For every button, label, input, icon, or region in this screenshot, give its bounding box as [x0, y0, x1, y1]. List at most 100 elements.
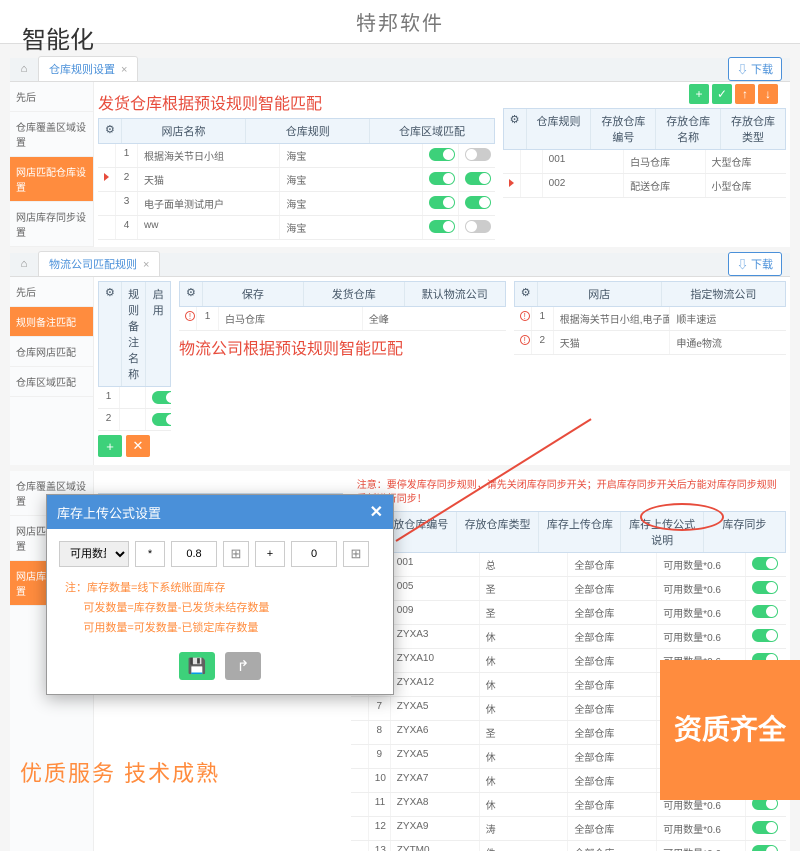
cell: ZYXA8: [391, 793, 480, 816]
cell: 休: [480, 649, 569, 672]
delete-button[interactable]: ✕: [126, 435, 150, 457]
save-button[interactable]: 💾: [179, 652, 215, 680]
cell: 全部仓库: [568, 625, 657, 648]
toggle[interactable]: [465, 220, 491, 233]
table-row[interactable]: 2005圣全部仓库可用数量*0.6: [351, 577, 786, 601]
cell: 休: [480, 745, 569, 768]
sidebar-item[interactable]: 网店匹配仓库设置: [10, 157, 93, 202]
toggle[interactable]: [152, 413, 171, 426]
quantity-select[interactable]: 可用数量: [59, 541, 129, 567]
sidebar-item[interactable]: 规则备注匹配: [10, 307, 93, 337]
toggle[interactable]: [429, 172, 455, 185]
home-icon[interactable]: ⌂: [10, 57, 38, 81]
table-row[interactable]: 3009圣全部仓库可用数量*0.6: [351, 601, 786, 625]
cell: 全部仓库: [568, 553, 657, 576]
cell: 全部仓库: [568, 697, 657, 720]
table-row[interactable]: 001白马仓库大型仓库: [503, 150, 786, 174]
table-row[interactable]: !1根据海关节日小组,电子面单,京东测试顺丰速运: [514, 307, 786, 331]
section-title: 物流公司根据预设规则智能匹配: [179, 331, 506, 363]
formula-dialog: 库存上传公式设置 ✕ 可用数量 ⊞ ⊞ 注：库存数量=线下系统账面库存 可发数量…: [46, 494, 394, 695]
gear-icon[interactable]: ⚙: [99, 282, 122, 386]
cell: ww: [138, 216, 280, 239]
column-header: 库存上传仓库: [539, 512, 621, 552]
close-icon[interactable]: ✕: [370, 502, 383, 522]
cell: ZYXA12: [391, 673, 480, 696]
sidebar-item[interactable]: 仓库网店匹配: [10, 337, 93, 367]
toggle[interactable]: [752, 629, 778, 642]
toggle[interactable]: [752, 845, 778, 851]
gear-icon[interactable]: ⚙: [180, 282, 203, 306]
sidebar-item[interactable]: 先后: [10, 277, 93, 307]
up-button[interactable]: ↑: [735, 84, 755, 104]
table-row[interactable]: 4ZYXA3休全部仓库可用数量*0.6: [351, 625, 786, 649]
tab-warehouse-rule[interactable]: 仓库规则设置×: [38, 56, 138, 81]
table-row[interactable]: 002配送仓库小型仓库: [503, 174, 786, 198]
cell: 005: [391, 577, 480, 600]
column-header: 存放仓库类型: [721, 109, 785, 149]
cell: 海宝: [280, 192, 422, 215]
operator2-input[interactable]: [255, 541, 285, 567]
sidebar-item[interactable]: 仓库区域匹配: [10, 367, 93, 397]
download-button[interactable]: ⇩ 下载: [728, 252, 782, 276]
cell: 002: [543, 174, 624, 197]
table-row[interactable]: !2天猫申通e物流: [514, 331, 786, 355]
column-header: 仓库规则: [246, 119, 370, 143]
table-row[interactable]: 1根据海关节日小组海宝: [98, 144, 495, 168]
dialog-note: 注：库存数量=线下系统账面库存 可发数量=库存数量-已发货未结存数量 可用数量=…: [59, 575, 381, 646]
cell: ZYTM0: [391, 841, 480, 851]
cell: 圣: [480, 721, 569, 744]
calculator-icon[interactable]: ⊞: [223, 541, 249, 567]
toggle[interactable]: [465, 172, 491, 185]
gear-icon[interactable]: ⚙: [99, 119, 122, 143]
sidebar-item[interactable]: 仓库覆盖区域设置: [10, 112, 93, 157]
toggle[interactable]: [465, 196, 491, 209]
table-row[interactable]: 2天猫海宝: [98, 168, 495, 192]
sidebar-item[interactable]: 先后: [10, 82, 93, 112]
cell: ZYXA5: [391, 697, 480, 720]
save-button[interactable]: ✓: [712, 84, 732, 104]
home-icon[interactable]: ⌂: [10, 252, 38, 276]
toggle[interactable]: [752, 605, 778, 618]
download-button[interactable]: ⇩ 下载: [728, 57, 782, 81]
table-row[interactable]: 4ww海宝: [98, 216, 495, 240]
exit-button[interactable]: ↱: [225, 652, 261, 680]
toggle[interactable]: [752, 557, 778, 570]
add-button[interactable]: +: [689, 84, 709, 104]
calculator-icon[interactable]: ⊞: [343, 541, 369, 567]
cell: 件: [480, 841, 569, 851]
add-button[interactable]: +: [98, 435, 122, 457]
toggle[interactable]: [752, 581, 778, 594]
table-row[interactable]: 3电子面单测试用户海宝: [98, 192, 495, 216]
down-button[interactable]: ↓: [758, 84, 778, 104]
toggle[interactable]: [429, 196, 455, 209]
gear-icon[interactable]: ⚙: [515, 282, 538, 306]
column-header: 网店: [538, 282, 662, 306]
toggle[interactable]: [429, 148, 455, 161]
table-row[interactable]: 12ZYXA9涛全部仓库可用数量*0.6: [351, 817, 786, 841]
cell: 全部仓库: [568, 673, 657, 696]
cell: 可用数量*0.6: [657, 841, 746, 851]
cell: 顺丰速运: [670, 307, 786, 330]
cell: ZYXA10: [391, 649, 480, 672]
sidebar-item[interactable]: 网店库存同步设置: [10, 202, 93, 247]
table-row[interactable]: 13ZYTM0件全部仓库可用数量*0.6: [351, 841, 786, 851]
tab-logistics-rule[interactable]: 物流公司匹配规则×: [38, 251, 160, 276]
cell: 休: [480, 673, 569, 696]
toggle[interactable]: [465, 148, 491, 161]
qualification-badge: 资质齐全: [660, 660, 800, 800]
gear-icon[interactable]: ⚙: [504, 109, 527, 149]
value2-input[interactable]: [291, 541, 337, 567]
close-icon[interactable]: ×: [121, 64, 127, 76]
toggle[interactable]: [429, 220, 455, 233]
cell: 全部仓库: [568, 769, 657, 792]
cell: 大型仓库: [706, 150, 786, 173]
operator1-input[interactable]: [135, 541, 165, 567]
table-row[interactable]: !1白马仓库全峰: [179, 307, 506, 331]
table-row[interactable]: 1001总全部仓库可用数量*0.6: [351, 553, 786, 577]
dialog-title-bar[interactable]: 库存上传公式设置 ✕: [47, 495, 393, 529]
column-header: 存放仓库类型: [457, 512, 539, 552]
value1-input[interactable]: [171, 541, 217, 567]
close-icon[interactable]: ×: [143, 259, 149, 271]
toggle[interactable]: [752, 821, 778, 834]
toggle[interactable]: [152, 391, 171, 404]
